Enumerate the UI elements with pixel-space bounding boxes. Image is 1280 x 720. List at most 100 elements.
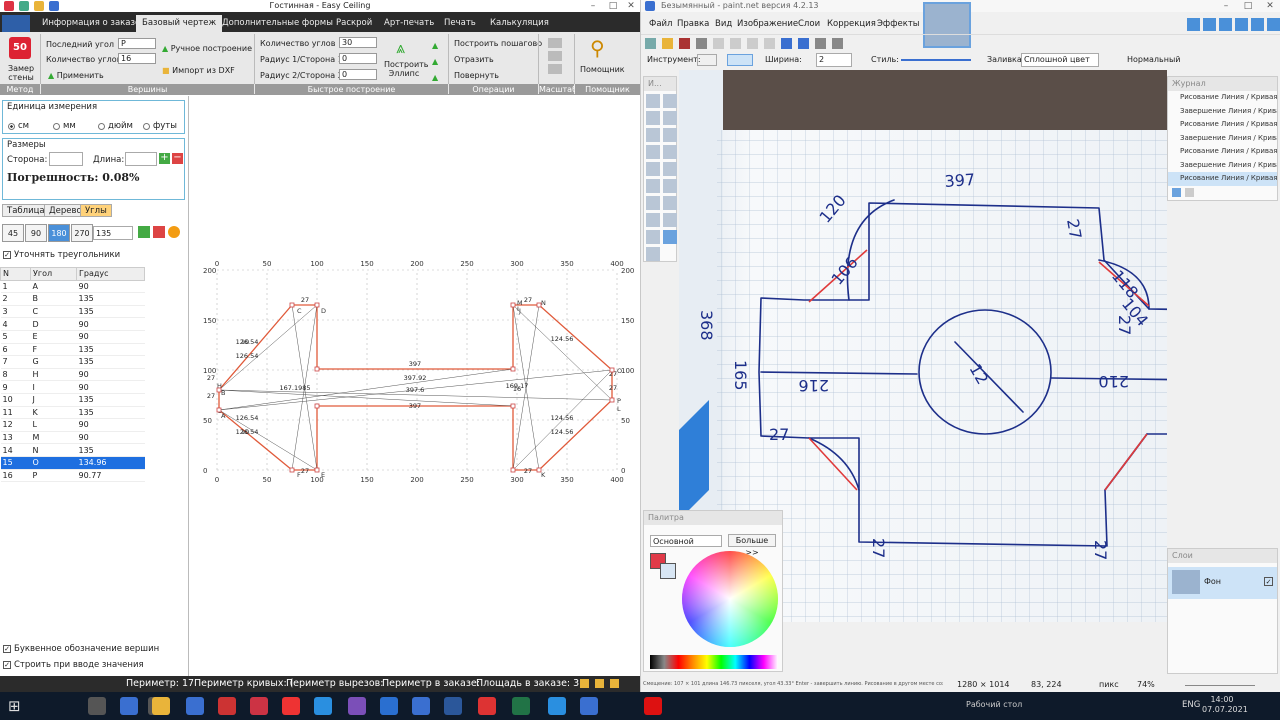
clone-stamp-tool-icon[interactable] [646,213,660,227]
shapes-tool-icon[interactable] [646,247,660,261]
unit-select[interactable]: пикс [1099,680,1119,689]
excel-icon[interactable] [512,697,530,715]
tab-cutting[interactable]: Раскрой [330,15,378,32]
unit-radio-inch[interactable]: дюйм [98,121,133,131]
add-icon[interactable]: + [159,153,170,164]
angle-count-input[interactable]: 16 [118,53,156,64]
tool-selector[interactable] [697,54,717,66]
apply-angle-icon[interactable] [168,226,180,238]
record-icon[interactable] [644,697,662,715]
manual-build-button[interactable]: ▲ Ручное построение [162,44,252,53]
table-row[interactable]: 2 B 135 [0,292,145,306]
viber-icon[interactable] [348,697,366,715]
paint-bucket-tool-icon[interactable] [646,162,660,176]
table-row[interactable]: 11 K 135 [0,406,145,420]
last-angle-input[interactable]: P [118,38,156,49]
step-build-button[interactable]: Построить пошагово [454,39,542,48]
angle-90-button[interactable]: 90 [25,224,47,242]
undo-icon[interactable] [1172,187,1181,197]
grid-icon[interactable] [815,38,826,49]
table-row[interactable]: 12 L 90 [0,418,145,432]
colors-toggle-icon[interactable] [1235,18,1248,31]
unit-radio-feet[interactable]: футы [143,121,177,131]
color-picker-tool-icon[interactable] [663,196,677,210]
open-icon[interactable] [662,38,673,49]
ellipse-select-tool-icon[interactable] [646,128,660,142]
shape-type-button[interactable] [727,54,753,66]
status-icon[interactable] [610,679,619,688]
table-row[interactable]: 3 C 135 [0,305,145,319]
magic-wand-tool-icon[interactable] [646,145,660,159]
angle-270-button[interactable]: 270 [71,224,93,242]
copy-icon[interactable] [730,38,741,49]
history-item[interactable]: Рисование Линия / Кривая [1168,118,1277,132]
maximize-icon[interactable]: □ [604,0,622,12]
tab-order-info[interactable]: Информация о заказе [36,15,146,32]
menu-view[interactable]: Вид [715,19,732,29]
clock-date[interactable]: 07.07.2021 [1202,705,1248,714]
app-menu-button[interactable] [2,15,30,32]
build-ellipse-button[interactable]: Построить Эллипс [384,60,429,78]
menu-effects[interactable]: Эффекты [877,19,920,29]
table-row[interactable]: 15 O 134.96 [0,456,145,470]
language-indicator[interactable]: ENG [1182,700,1200,710]
maps-icon[interactable] [314,697,332,715]
table-row[interactable]: 1 A 90 [0,280,145,294]
table-row[interactable]: 7 G 135 [0,355,145,369]
windows-start-icon[interactable]: ⊞ [8,697,26,715]
more-colors-button[interactable]: Больше >> [728,534,776,557]
table-header-cell[interactable]: Градус [76,267,145,281]
blend-mode-select[interactable]: Нормальный [1127,55,1181,64]
app-icon[interactable] [218,697,236,715]
table-row[interactable]: 9 I 90 [0,380,145,394]
paste-icon[interactable] [747,38,758,49]
rect-select-tool-icon[interactable] [646,94,660,108]
ruler-icon[interactable] [832,38,843,49]
radius2-input[interactable]: 0 [339,69,377,80]
cut-icon[interactable] [713,38,724,49]
desktop-label[interactable]: Рабочий стол [966,700,1022,709]
acrobat-icon[interactable] [478,697,496,715]
pan-tool-icon[interactable] [663,145,677,159]
teamviewer-icon[interactable] [380,697,398,715]
palette-mode-select[interactable]: Основной [650,535,722,547]
settings-icon[interactable] [1251,18,1264,31]
crop-icon[interactable] [764,38,775,49]
measure-wall-icon[interactable]: 50 [9,37,31,59]
layer-row-background[interactable]: Фон ✓ [1168,567,1277,599]
helper-button[interactable]: Помощник [580,65,625,74]
radius1-input[interactable]: 0 [339,53,377,64]
print-icon[interactable] [696,38,707,49]
build-on-input-checkbox[interactable]: ✓ Строить при вводе значения [3,660,144,670]
recolor-tool-icon[interactable] [663,213,677,227]
history-item[interactable]: Завершение Линия / Кривая [1168,159,1277,173]
rotate-button[interactable]: Повернуть [454,71,499,80]
store-icon[interactable] [186,697,204,715]
angle-180-button[interactable]: 180 [48,224,70,242]
redo-icon[interactable] [798,38,809,49]
table-row[interactable]: 14 N 135 [0,443,145,457]
history-item[interactable]: Рисование Линия / Кривая [1168,91,1277,105]
zoom-out-icon[interactable] [548,51,562,61]
open-icon[interactable] [34,1,44,11]
move-selection-tool-icon[interactable] [663,111,677,125]
history-toggle-icon[interactable] [1203,18,1216,31]
help-icon[interactable] [1267,18,1280,31]
status-icon[interactable] [580,679,589,688]
line-style-selector[interactable] [901,59,971,61]
measure-wall-label[interactable]: Замер стены [6,64,36,82]
side-input[interactable] [49,152,83,166]
paintbrush-tool-icon[interactable] [646,179,660,193]
new-icon[interactable] [19,1,29,11]
history-item[interactable]: Завершение Линия / Кривая [1168,105,1277,119]
redo-icon[interactable] [1185,187,1194,197]
menu-file[interactable]: Файл [649,19,672,29]
file-explorer-icon[interactable] [152,697,170,715]
table-row[interactable]: 16 P 90.77 [0,469,145,483]
history-item[interactable]: Рисование Линия / Кривая [1168,172,1277,186]
edge-icon[interactable] [120,697,138,715]
color-wheel[interactable] [682,551,778,647]
tab-extra-forms[interactable]: Дополнительные формы [216,15,339,32]
menu-image[interactable]: Изображение [737,19,798,29]
close-icon[interactable]: ✕ [1261,0,1279,12]
